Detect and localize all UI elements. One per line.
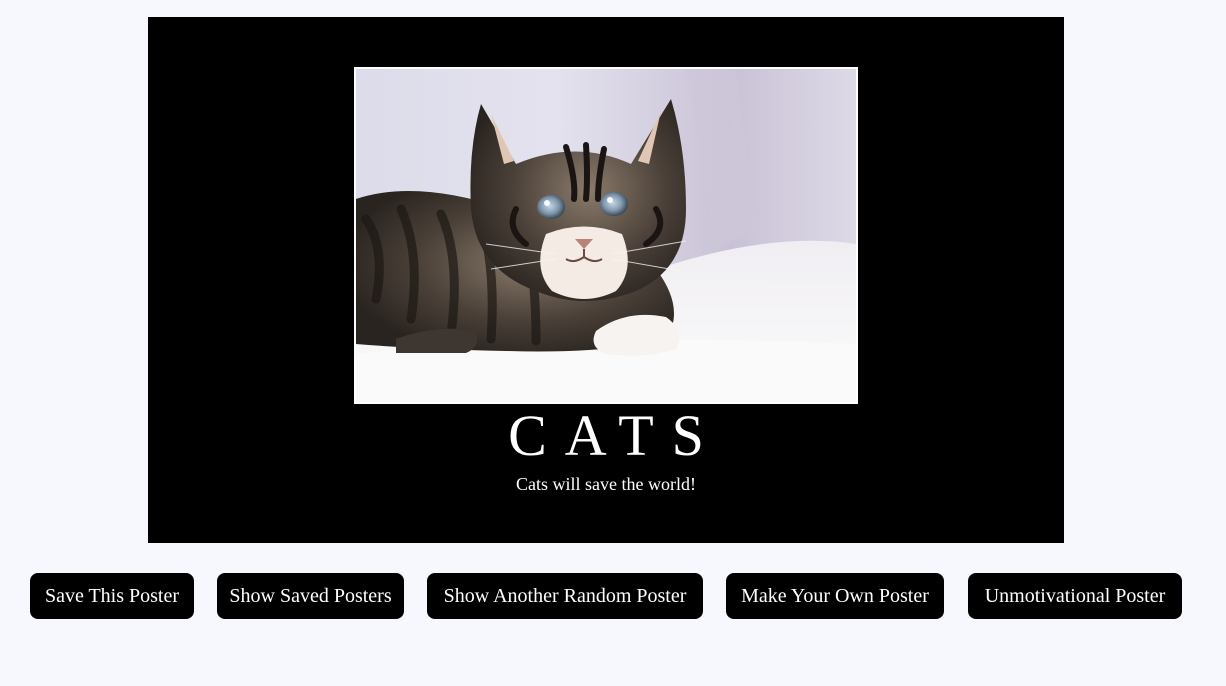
poster-title: CATS [508, 403, 722, 468]
show-saved-posters-button[interactable]: Show Saved Posters [217, 573, 404, 619]
poster-image [354, 67, 858, 404]
poster-quote: Cats will save the world! [516, 474, 696, 494]
make-own-poster-button[interactable]: Make Your Own Poster [726, 573, 944, 619]
unmotivational-poster-button[interactable]: Unmotivational Poster [968, 573, 1182, 619]
save-poster-button[interactable]: Save This Poster [30, 573, 194, 619]
show-random-poster-button[interactable]: Show Another Random Poster [427, 573, 703, 619]
poster-controls: Save This Poster Show Saved Posters Show… [30, 573, 1182, 619]
kitten-image-icon [356, 69, 856, 402]
poster: CATS Cats will save the world! [148, 17, 1064, 543]
